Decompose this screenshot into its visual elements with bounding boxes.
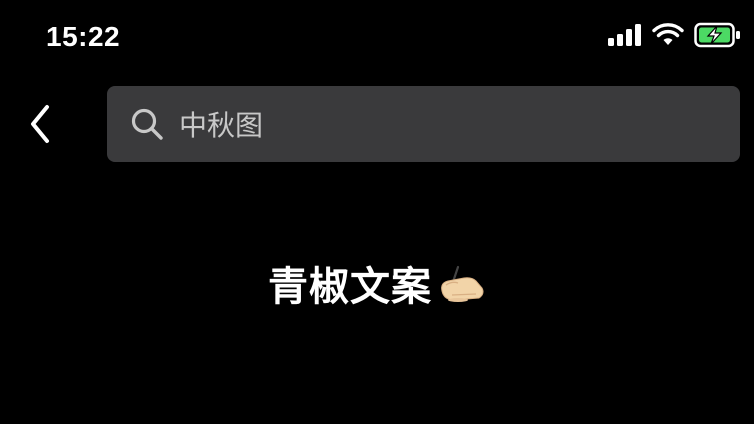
search-field[interactable]: 中秋图	[107, 86, 740, 162]
chevron-left-icon	[27, 103, 53, 149]
status-icons	[608, 22, 742, 52]
page-title: 青椒文案	[268, 264, 432, 310]
content-title-row: 青椒文案	[0, 248, 754, 318]
status-time: 15:22	[46, 21, 121, 52]
nav-bar: 中秋图	[0, 86, 754, 164]
search-icon	[127, 104, 167, 144]
signal-bars-icon	[608, 24, 642, 50]
status-bar: 15:22	[0, 0, 754, 70]
writing-hand-icon	[436, 261, 486, 305]
battery-charging-icon	[694, 22, 742, 52]
back-button[interactable]	[20, 102, 60, 150]
search-query[interactable]: 中秋图	[179, 104, 263, 144]
wifi-icon	[652, 23, 684, 51]
